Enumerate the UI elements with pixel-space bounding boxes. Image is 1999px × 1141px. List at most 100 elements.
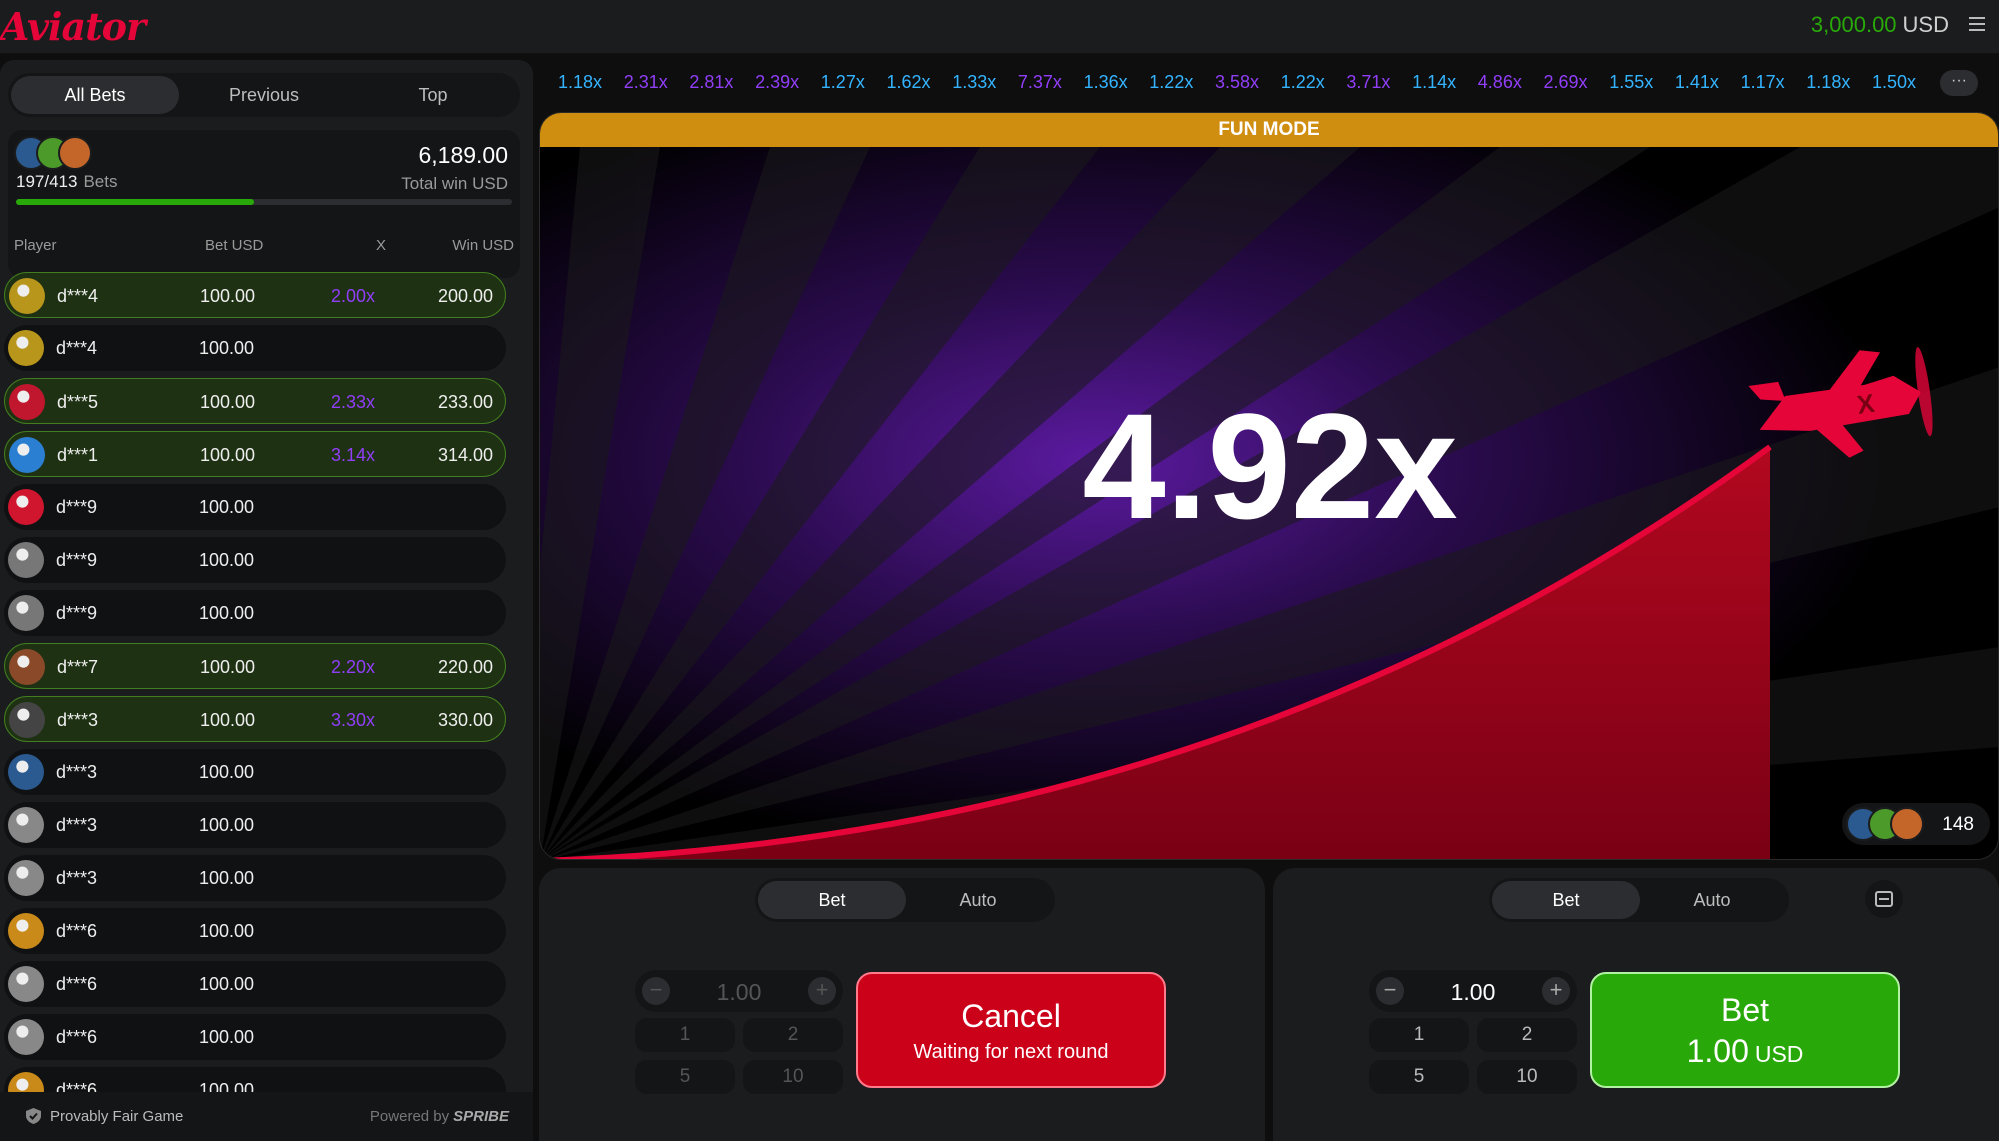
bet-panel-2-tabs: Bet Auto bbox=[1489, 878, 1789, 922]
avatar bbox=[8, 489, 44, 525]
history-multiplier[interactable]: 7.37x bbox=[1018, 72, 1062, 93]
table-row: d***3 100.00 bbox=[4, 749, 506, 795]
spribe-logo: SPRIBE bbox=[453, 1108, 509, 1125]
cancel-button-label: Cancel bbox=[961, 998, 1061, 1034]
bets-progress-fill bbox=[16, 199, 255, 205]
history-multiplier[interactable]: 1.41x bbox=[1675, 72, 1719, 93]
history-multiplier[interactable]: 1.33x bbox=[952, 72, 996, 93]
history-multiplier[interactable]: 2.31x bbox=[624, 72, 668, 93]
menu-icon[interactable] bbox=[1967, 14, 1987, 34]
tab-previous[interactable]: Previous bbox=[180, 76, 348, 114]
provably-fair-link[interactable]: Provably Fair Game bbox=[50, 1108, 183, 1125]
player-name: d***7 bbox=[57, 657, 99, 677]
bet-amount: 100.00 bbox=[200, 445, 256, 465]
table-row: d***3 100.00 bbox=[4, 802, 506, 848]
bet-amount: 100.00 bbox=[200, 657, 256, 677]
bets-table-header: Player Bet USD X Win USD bbox=[14, 237, 514, 257]
cashout-multiplier: 2.33x bbox=[330, 392, 375, 412]
quick-stake-button[interactable]: 10 bbox=[743, 1060, 843, 1094]
tab-auto[interactable]: Auto bbox=[1638, 881, 1786, 919]
quick-stake-button[interactable]: 10 bbox=[1477, 1060, 1577, 1094]
tab-top[interactable]: Top bbox=[349, 76, 517, 114]
avatar bbox=[8, 966, 44, 1002]
players-count: 148 bbox=[1942, 814, 1974, 835]
bet-button[interactable]: Bet 1.00 USD bbox=[1590, 972, 1900, 1088]
avatar bbox=[8, 807, 44, 843]
balance-currency: USD bbox=[1902, 12, 1949, 37]
history-multiplier[interactable]: 1.22x bbox=[1281, 72, 1325, 93]
increase-stake-button[interactable]: + bbox=[808, 977, 836, 1005]
bet-amount: 100.00 bbox=[199, 974, 255, 994]
cancel-button[interactable]: Cancel Waiting for next round bbox=[856, 972, 1166, 1088]
bets-footer: Provably Fair Game Powered by SPRIBE bbox=[0, 1092, 533, 1141]
table-row: d***4 100.00 bbox=[4, 325, 506, 371]
bet-amount: 100.00 bbox=[199, 497, 255, 517]
win-amount: 200.00 bbox=[437, 286, 493, 306]
current-multiplier: 4.92x bbox=[1082, 382, 1458, 550]
quick-stake-button[interactable]: 2 bbox=[743, 1018, 843, 1052]
history-multiplier[interactable]: 1.14x bbox=[1412, 72, 1456, 93]
bets-count-value: 197/413 bbox=[16, 172, 78, 191]
powered-by: Powered by SPRIBE bbox=[370, 1108, 509, 1125]
quick-stake-button[interactable]: 2 bbox=[1477, 1018, 1577, 1052]
cashout-multiplier: 2.00x bbox=[330, 286, 375, 306]
table-row: d***7 100.00 2.20x 220.00 bbox=[4, 643, 506, 689]
quick-stake-button[interactable]: 5 bbox=[1369, 1060, 1469, 1094]
bet-button-amount: 1.00 USD bbox=[1592, 1033, 1898, 1070]
bet-amount: 100.00 bbox=[199, 868, 255, 888]
bet-amount: 100.00 bbox=[199, 815, 255, 835]
history-multiplier[interactable]: 1.18x bbox=[1806, 72, 1850, 93]
player-name: d***3 bbox=[57, 710, 99, 730]
history-multiplier[interactable]: 1.36x bbox=[1084, 72, 1128, 93]
history-more-button[interactable]: ··· bbox=[1940, 70, 1978, 96]
history-multiplier[interactable]: 2.39x bbox=[755, 72, 799, 93]
table-row: d***1 100.00 3.14x 314.00 bbox=[4, 431, 506, 477]
column-player: Player bbox=[14, 237, 57, 254]
player-name: d***1 bbox=[57, 445, 99, 465]
remove-panel-button[interactable] bbox=[1865, 880, 1903, 918]
bet-amount: 100.00 bbox=[199, 762, 255, 782]
tab-bet[interactable]: Bet bbox=[1492, 881, 1640, 919]
cashout-multiplier: 2.20x bbox=[330, 657, 375, 677]
bet-panel-1-tabs: Bet Auto bbox=[755, 878, 1055, 922]
balance-amount: 3,000.00 bbox=[1810, 12, 1897, 37]
history-multiplier[interactable]: 1.55x bbox=[1609, 72, 1653, 93]
increase-stake-button[interactable]: + bbox=[1542, 977, 1570, 1005]
avatar bbox=[8, 1019, 44, 1055]
bet-amount: 100.00 bbox=[199, 921, 255, 941]
player-name: d***4 bbox=[57, 286, 99, 306]
total-win-label: Total win USD bbox=[401, 174, 508, 193]
history-multiplier[interactable]: 2.69x bbox=[1544, 72, 1588, 93]
bet-button-value: 1.00 bbox=[1686, 1033, 1749, 1069]
tab-bet[interactable]: Bet bbox=[758, 881, 906, 919]
history-multiplier[interactable]: 1.17x bbox=[1741, 72, 1785, 93]
history-multiplier[interactable]: 4.86x bbox=[1478, 72, 1522, 93]
top-bar: Aviator 3,000.00 USD bbox=[0, 0, 1999, 54]
avatar bbox=[9, 384, 45, 420]
history-multiplier[interactable]: 1.22x bbox=[1149, 72, 1193, 93]
history-multiplier[interactable]: 1.62x bbox=[887, 72, 931, 93]
avatar bbox=[8, 754, 44, 790]
history-multiplier[interactable]: 3.58x bbox=[1215, 72, 1259, 93]
history-multiplier[interactable]: 2.81x bbox=[689, 72, 733, 93]
quick-stake-button[interactable]: 1 bbox=[635, 1018, 735, 1052]
history-multiplier[interactable]: 1.27x bbox=[821, 72, 865, 93]
tab-auto[interactable]: Auto bbox=[904, 881, 1052, 919]
aviator-logo: Aviator bbox=[0, 4, 146, 49]
stake-stepper: − 1.00 + bbox=[635, 970, 843, 1012]
player-name: d***9 bbox=[56, 550, 98, 570]
tab-all-bets[interactable]: All Bets bbox=[11, 76, 179, 114]
bets-panel: All Bets Previous Top 197/413 Bets 6,189.… bbox=[0, 60, 533, 1141]
player-name: d***3 bbox=[56, 762, 98, 782]
total-win-amount: 6,189.00 bbox=[418, 142, 508, 168]
avatar bbox=[9, 702, 45, 738]
column-win: Win USD bbox=[452, 237, 514, 254]
history-multiplier[interactable]: 1.18x bbox=[558, 72, 602, 93]
history-multiplier[interactable]: 1.50x bbox=[1872, 72, 1916, 93]
quick-stake-button[interactable]: 1 bbox=[1369, 1018, 1469, 1052]
history-multiplier[interactable]: 3.71x bbox=[1346, 72, 1390, 93]
table-row: d***6 100.00 bbox=[4, 961, 506, 1007]
table-row: d***3 100.00 3.30x 330.00 bbox=[4, 696, 506, 742]
quick-stake-button[interactable]: 5 bbox=[635, 1060, 735, 1094]
minimize-icon bbox=[1875, 891, 1893, 907]
